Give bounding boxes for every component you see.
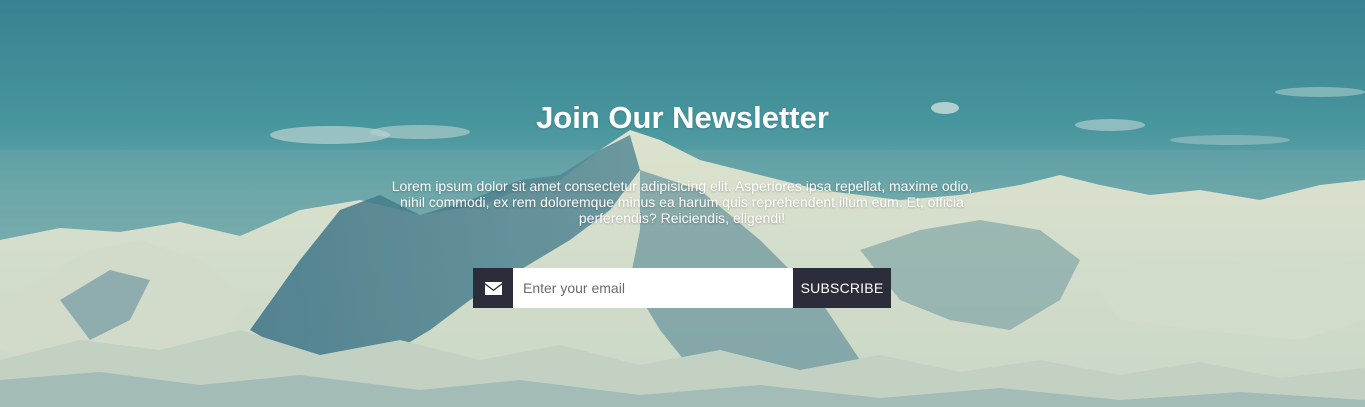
newsletter-description: Lorem ipsum dolor sit amet consectetur a… xyxy=(391,178,973,226)
subscribe-button[interactable]: SUBSCRIBE xyxy=(793,268,891,308)
newsletter-hero: Join Our Newsletter Lorem ipsum dolor si… xyxy=(0,0,1365,407)
envelope-icon xyxy=(484,281,502,295)
newsletter-form: SUBSCRIBE xyxy=(473,268,891,308)
envelope-icon-box xyxy=(473,268,513,308)
email-input[interactable] xyxy=(513,268,793,308)
newsletter-title: Join Our Newsletter xyxy=(536,100,829,135)
newsletter-content: Join Our Newsletter Lorem ipsum dolor si… xyxy=(0,0,1365,407)
